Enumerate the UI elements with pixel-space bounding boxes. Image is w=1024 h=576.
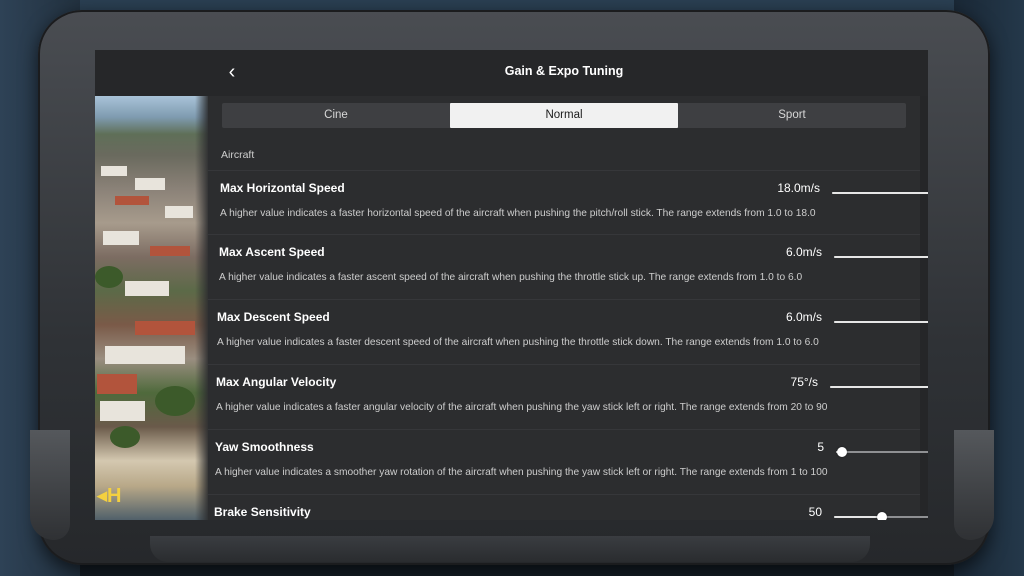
- section-label-aircraft: Aircraft: [221, 149, 255, 161]
- home-point-icon: ◀H: [97, 485, 122, 507]
- setting-description: A higher value indicates a smoother yaw …: [215, 467, 828, 478]
- setting-slider[interactable]: [832, 187, 928, 199]
- page-title: Gain & Expo Tuning: [504, 64, 624, 78]
- setting-slider[interactable]: [836, 446, 928, 458]
- setting-description: A higher value indicates a faster ascent…: [219, 272, 803, 283]
- setting-row: Max Descent Speed 6.0m/s A higher value in…: [208, 299, 928, 364]
- controller-grip-left: [30, 430, 70, 540]
- slider-fill: [830, 386, 928, 388]
- slider-fill: [832, 192, 928, 194]
- setting-slider[interactable]: [834, 511, 928, 520]
- setting-name: Brake Sensitivity: [214, 505, 311, 519]
- setting-slider[interactable]: [830, 381, 928, 393]
- slider-fill: [834, 516, 882, 518]
- controller-screen: ‹ Gain & Expo Tuning ◀H Cine Normal Spor…: [95, 50, 928, 520]
- settings-panel: Cine Normal Sport Aircraft Max Horizonta…: [208, 96, 928, 520]
- photo-edge-shadow: [195, 96, 209, 520]
- setting-slider[interactable]: [834, 316, 928, 328]
- setting-name: Yaw Smoothness: [215, 440, 314, 454]
- setting-row: Brake Sensitivity 50: [208, 494, 928, 520]
- setting-value: 6.0m/s: [785, 310, 822, 324]
- slider-fill: [834, 321, 928, 323]
- setting-description: A higher value indicates a faster horizo…: [220, 208, 816, 219]
- setting-slider[interactable]: [834, 251, 928, 263]
- mode-tab-normal[interactable]: Normal: [450, 103, 678, 128]
- controller-bottom-edge: [150, 536, 870, 562]
- slider-thumb[interactable]: [876, 512, 887, 520]
- setting-name: Max Horizontal Speed: [220, 181, 345, 195]
- setting-name: Max Descent Speed: [217, 310, 330, 324]
- setting-value: 50: [808, 505, 822, 519]
- mode-tab-cine[interactable]: Cine: [222, 103, 450, 128]
- slider-track: [836, 451, 928, 453]
- setting-value: 5: [817, 440, 824, 454]
- controller-grip-right: [954, 430, 994, 540]
- setting-row: Max Angular Velocity 75°/s A higher value …: [208, 364, 928, 429]
- setting-name: Max Ascent Speed: [219, 245, 325, 259]
- setting-value: 75°/s: [790, 375, 818, 389]
- setting-description: A higher value indicates a faster angula…: [216, 402, 828, 413]
- camera-live-view: [95, 96, 208, 520]
- setting-value: 6.0m/s: [785, 245, 822, 259]
- slider-fill: [834, 256, 928, 258]
- setting-row: Max Horizontal Speed 18.0m/s A higher valu…: [208, 170, 928, 235]
- header-bar: ‹ Gain & Expo Tuning: [95, 50, 928, 96]
- setting-row: Max Ascent Speed 6.0m/s A higher value ind…: [208, 234, 928, 299]
- mode-tab-sport[interactable]: Sport: [678, 103, 906, 128]
- flight-mode-selector: Cine Normal Sport: [222, 103, 906, 128]
- setting-value: 18.0m/s: [777, 181, 820, 195]
- setting-row: Yaw Smoothness 5 A higher value indicates …: [208, 429, 928, 494]
- slider-thumb[interactable]: [837, 447, 848, 457]
- setting-name: Max Angular Velocity: [216, 375, 337, 389]
- setting-description: A higher value indicates a faster descen…: [217, 337, 819, 348]
